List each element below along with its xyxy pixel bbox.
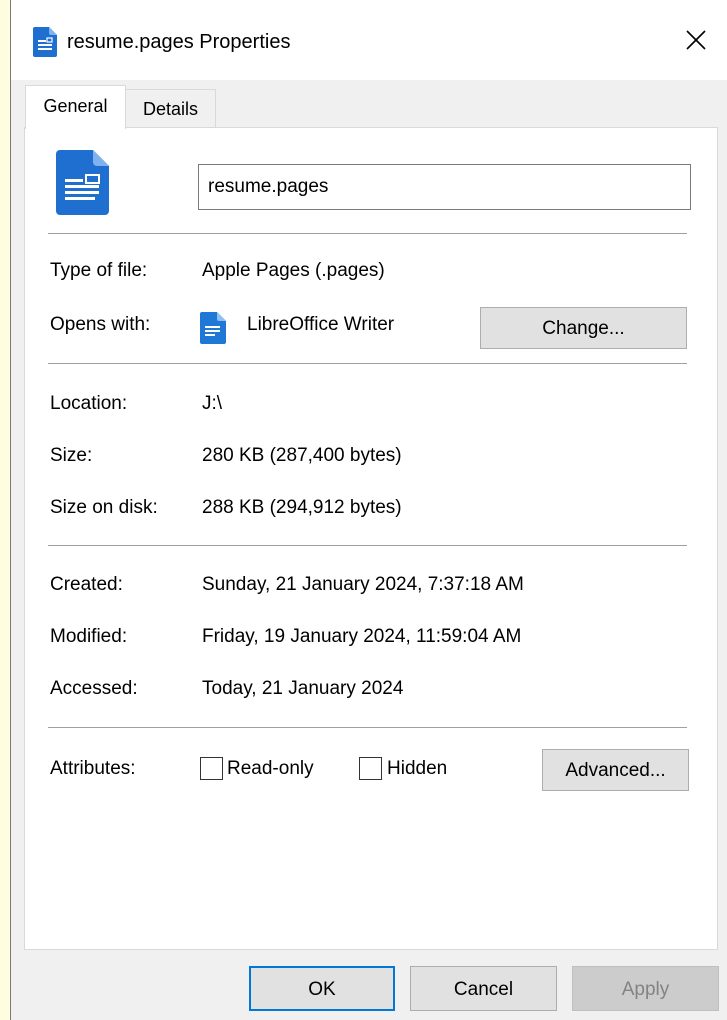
divider bbox=[48, 233, 687, 234]
hidden-checkbox[interactable] bbox=[359, 757, 382, 780]
general-panel bbox=[24, 127, 718, 950]
type-of-file-value: Apple Pages (.pages) bbox=[202, 260, 385, 281]
location-value: J:\ bbox=[202, 393, 223, 414]
change-button[interactable]: Change... bbox=[480, 307, 687, 349]
title-bar[interactable]: resume.pages Properties bbox=[11, 0, 727, 80]
location-label: Location: bbox=[50, 393, 128, 414]
size-label: Size: bbox=[50, 445, 93, 466]
divider bbox=[48, 727, 687, 728]
modified-value: Friday, 19 January 2024, 11:59:04 AM bbox=[202, 626, 522, 647]
divider bbox=[48, 545, 687, 546]
opens-with-label: Opens with: bbox=[50, 314, 151, 335]
read-only-checkbox[interactable] bbox=[200, 757, 223, 780]
hidden-label[interactable]: Hidden bbox=[387, 757, 447, 781]
created-label: Created: bbox=[50, 574, 123, 595]
divider bbox=[48, 363, 687, 364]
ok-button[interactable]: OK bbox=[249, 966, 395, 1011]
size-on-disk-label: Size on disk: bbox=[50, 497, 158, 518]
window-title: resume.pages Properties bbox=[67, 31, 291, 53]
modified-label: Modified: bbox=[50, 626, 128, 647]
advanced-button[interactable]: Advanced... bbox=[542, 749, 689, 791]
attributes-label: Attributes: bbox=[50, 758, 136, 779]
tab-details[interactable]: Details bbox=[126, 89, 216, 127]
tab-general[interactable]: General bbox=[25, 85, 126, 129]
properties-dialog: resume.pages Properties General Details … bbox=[10, 0, 727, 1020]
created-value: Sunday, 21 January 2024, 7:37:18 AM bbox=[202, 574, 524, 595]
libreoffice-writer-icon bbox=[199, 311, 227, 345]
read-only-label[interactable]: Read-only bbox=[227, 757, 314, 781]
opens-with-value: LibreOffice Writer bbox=[247, 314, 395, 335]
size-value: 280 KB (287,400 bytes) bbox=[202, 445, 402, 466]
document-icon bbox=[55, 148, 113, 216]
accessed-label: Accessed: bbox=[50, 678, 138, 699]
document-icon bbox=[33, 27, 57, 57]
size-on-disk-value: 288 KB (294,912 bytes) bbox=[202, 497, 402, 518]
close-icon[interactable] bbox=[680, 24, 712, 56]
accessed-value: Today, 21 January 2024 bbox=[202, 678, 404, 699]
file-name-input[interactable] bbox=[198, 164, 691, 210]
type-of-file-label: Type of file: bbox=[50, 260, 148, 281]
cancel-button[interactable]: Cancel bbox=[410, 966, 557, 1011]
apply-button[interactable]: Apply bbox=[572, 966, 719, 1011]
